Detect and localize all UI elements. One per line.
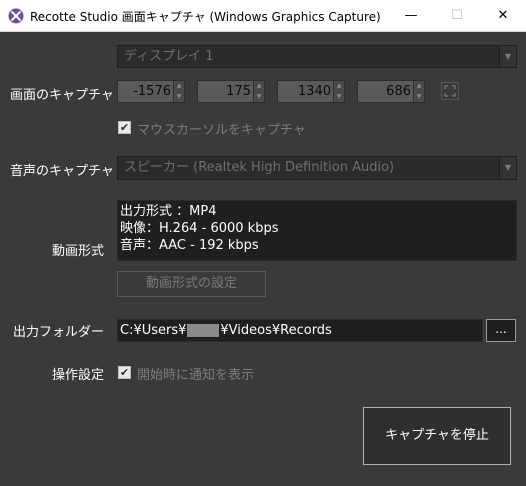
spin-arrows-icon[interactable]: ▲ ▼ bbox=[173, 81, 184, 102]
notify-on-start-checkbox[interactable]: ✔ bbox=[118, 366, 131, 379]
audio-capture-label: 音声のキャプチャ bbox=[10, 164, 114, 179]
capture-height-value: 686 bbox=[386, 84, 411, 99]
app-logo-icon bbox=[8, 8, 24, 24]
stop-capture-button[interactable]: キャプチャを停止 bbox=[363, 407, 511, 465]
minimize-button[interactable]: — bbox=[388, 0, 434, 31]
screen-capture-label: 画面のキャプチャ bbox=[10, 88, 114, 103]
audio-device-select[interactable]: スピーカー (Realtek High Definition Audio) ▼ bbox=[117, 156, 517, 180]
format-audio-line: 音声：AAC - 192 kbps bbox=[120, 238, 259, 253]
capture-height-input[interactable]: 686 ▲ ▼ bbox=[357, 80, 425, 103]
video-format-settings-button[interactable]: 動画形式の設定 bbox=[117, 271, 266, 297]
path-suffix: ¥Videos¥Records bbox=[220, 323, 332, 338]
capture-x-value: -1576 bbox=[133, 84, 171, 99]
spin-arrows-icon[interactable]: ▲ ▼ bbox=[253, 81, 264, 102]
region-select-icon bbox=[444, 85, 456, 97]
output-folder-label: 出力フォルダー bbox=[12, 325, 104, 340]
browse-folder-button[interactable]: ... bbox=[486, 319, 516, 342]
display-select[interactable]: ディスプレイ 1 ▼ bbox=[117, 45, 517, 68]
capture-y-value: 175 bbox=[226, 84, 251, 99]
capture-width-value: 1340 bbox=[297, 84, 331, 99]
video-format-summary: 出力形式 ：MP4 映像：H.264 - 6000 kbps 音声：AAC - … bbox=[117, 200, 517, 261]
title-bar: Recotte Studio 画面キャプチャ (Windows Graphics… bbox=[0, 0, 526, 32]
maximize-button[interactable]: ☐ bbox=[434, 0, 480, 31]
chevron-down-icon: ▼ bbox=[499, 46, 516, 67]
redacted-username bbox=[187, 324, 220, 337]
capture-width-input[interactable]: 1340 ▲ ▼ bbox=[277, 80, 345, 103]
display-select-value: ディスプレイ 1 bbox=[124, 49, 214, 64]
spin-arrows-icon[interactable]: ▲ ▼ bbox=[413, 81, 424, 102]
window-title: Recotte Studio 画面キャプチャ (Windows Graphics… bbox=[30, 10, 381, 24]
video-format-label: 動画形式 bbox=[51, 244, 104, 259]
cursor-capture-label: マウスカーソルをキャプチャ bbox=[137, 123, 306, 138]
operation-settings-label: 操作設定 bbox=[51, 368, 104, 383]
capture-x-input[interactable]: -1576 ▲ ▼ bbox=[117, 80, 185, 103]
capture-y-input[interactable]: 175 ▲ ▼ bbox=[197, 80, 265, 103]
format-video-line: 映像：H.264 - 6000 kbps bbox=[120, 221, 279, 236]
output-folder-path[interactable]: C:¥Users¥ ¥Videos¥Records bbox=[117, 319, 483, 342]
notify-on-start-label: 開始時に通知を表示 bbox=[137, 368, 255, 383]
audio-device-value: スピーカー (Realtek High Definition Audio) bbox=[124, 160, 395, 175]
path-prefix: C:¥Users¥ bbox=[120, 323, 187, 338]
format-container-line: 出力形式 ：MP4 bbox=[120, 204, 217, 219]
chevron-down-icon: ▼ bbox=[499, 157, 516, 179]
close-button[interactable]: ✕ bbox=[480, 0, 526, 31]
cursor-capture-checkbox[interactable]: ✔ bbox=[118, 121, 131, 134]
select-region-button[interactable] bbox=[441, 82, 459, 100]
spin-arrows-icon[interactable]: ▲ ▼ bbox=[333, 81, 344, 102]
